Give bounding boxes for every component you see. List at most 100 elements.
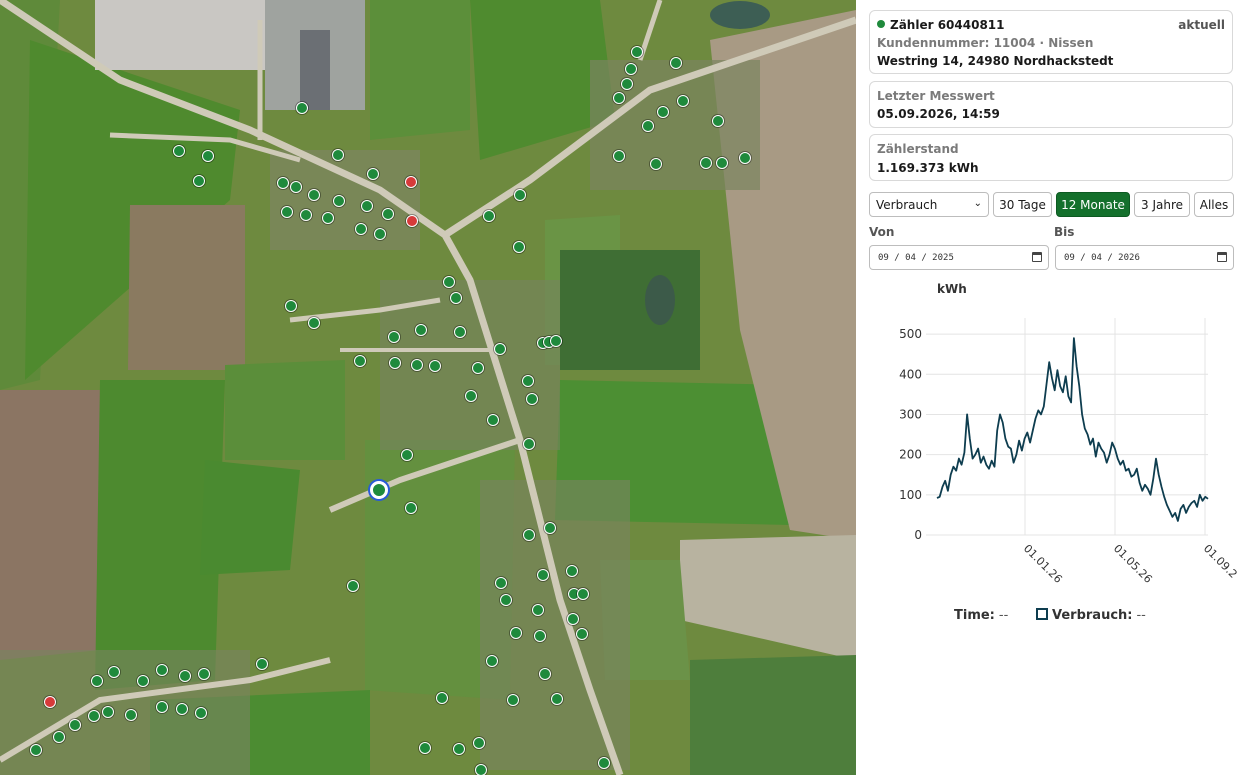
meter-marker[interactable] (347, 580, 359, 592)
meter-marker[interactable] (176, 703, 188, 715)
meter-marker[interactable] (102, 706, 114, 718)
meter-marker[interactable] (69, 719, 81, 731)
meter-card[interactable]: Zähler 60440811 aktuell Kundennummer: 11… (869, 10, 1233, 74)
meter-marker[interactable] (716, 157, 728, 169)
meter-marker[interactable] (532, 604, 544, 616)
meter-marker[interactable] (290, 181, 302, 193)
meter-marker[interactable] (374, 228, 386, 240)
meter-marker-selected[interactable] (370, 481, 388, 499)
meter-marker[interactable] (677, 95, 689, 107)
meter-marker[interactable] (285, 300, 297, 312)
meter-marker[interactable] (642, 120, 654, 132)
meter-marker[interactable] (453, 743, 465, 755)
meter-marker[interactable] (507, 694, 519, 706)
meter-marker[interactable] (179, 670, 191, 682)
meter-marker[interactable] (333, 195, 345, 207)
meter-marker[interactable] (202, 150, 214, 162)
meter-marker[interactable] (567, 613, 579, 625)
meter-marker[interactable] (173, 145, 185, 157)
meter-marker[interactable] (625, 63, 637, 75)
meter-marker[interactable] (354, 355, 366, 367)
meter-marker[interactable] (514, 189, 526, 201)
meter-marker[interactable] (193, 175, 205, 187)
meter-marker[interactable] (522, 375, 534, 387)
meter-marker[interactable] (30, 744, 42, 756)
meter-marker[interactable] (137, 675, 149, 687)
meter-marker[interactable] (429, 360, 441, 372)
meter-marker[interactable] (473, 737, 485, 749)
range-button-3-jahre[interactable]: 3 Jahre (1134, 192, 1190, 217)
meter-marker[interactable] (510, 627, 522, 639)
meter-marker[interactable] (125, 709, 137, 721)
meter-marker[interactable] (300, 209, 312, 221)
meter-marker[interactable] (551, 693, 563, 705)
meter-marker[interactable] (198, 668, 210, 680)
meter-marker[interactable] (411, 359, 423, 371)
meter-marker[interactable] (415, 324, 427, 336)
meter-marker[interactable] (382, 208, 394, 220)
meter-marker-alert[interactable] (405, 176, 417, 188)
meter-marker[interactable] (322, 212, 334, 224)
meter-marker[interactable] (650, 158, 662, 170)
satellite-map[interactable] (0, 0, 856, 775)
meter-marker[interactable] (88, 710, 100, 722)
meter-marker[interactable] (91, 675, 103, 687)
meter-marker[interactable] (537, 569, 549, 581)
meter-marker[interactable] (281, 206, 293, 218)
meter-marker[interactable] (475, 764, 487, 775)
meter-marker[interactable] (576, 628, 588, 640)
meter-marker[interactable] (657, 106, 669, 118)
meter-marker[interactable] (388, 331, 400, 343)
meter-marker[interactable] (523, 438, 535, 450)
meter-marker[interactable] (472, 362, 484, 374)
meter-marker[interactable] (613, 150, 625, 162)
meter-marker[interactable] (495, 577, 507, 589)
meter-marker[interactable] (621, 78, 633, 90)
meter-marker[interactable] (355, 223, 367, 235)
meter-marker[interactable] (332, 149, 344, 161)
meter-marker[interactable] (419, 742, 431, 754)
meter-marker[interactable] (670, 57, 682, 69)
meter-marker[interactable] (598, 757, 610, 769)
meter-marker[interactable] (494, 343, 506, 355)
meter-marker[interactable] (566, 565, 578, 577)
meter-marker[interactable] (389, 357, 401, 369)
calendar-icon[interactable] (1032, 252, 1042, 262)
meter-marker[interactable] (296, 102, 308, 114)
meter-marker[interactable] (256, 658, 268, 670)
meter-marker[interactable] (539, 668, 551, 680)
meter-marker[interactable] (613, 92, 625, 104)
meter-marker[interactable] (500, 594, 512, 606)
meter-marker[interactable] (156, 664, 168, 676)
meter-marker[interactable] (486, 655, 498, 667)
meter-marker[interactable] (487, 414, 499, 426)
meter-marker[interactable] (513, 241, 525, 253)
meter-marker-alert[interactable] (406, 215, 418, 227)
consumption-chart[interactable]: kWh 0 100 200 300 400 500 01.01.26 01.05.26 01.09… (856, 278, 1240, 598)
meter-marker[interactable] (436, 692, 448, 704)
meter-marker[interactable] (308, 317, 320, 329)
meter-marker[interactable] (631, 46, 643, 58)
meter-marker[interactable] (534, 630, 546, 642)
meter-marker[interactable] (405, 502, 417, 514)
meter-marker[interactable] (277, 177, 289, 189)
meter-marker[interactable] (195, 707, 207, 719)
meter-marker[interactable] (700, 157, 712, 169)
meter-marker[interactable] (523, 529, 535, 541)
range-button-alles[interactable]: Alles (1194, 192, 1234, 217)
meter-marker[interactable] (550, 335, 562, 347)
meter-marker[interactable] (308, 189, 320, 201)
meter-marker[interactable] (454, 326, 466, 338)
meter-marker[interactable] (526, 393, 538, 405)
metric-select[interactable]: Verbrauch ⌄ (869, 192, 989, 217)
meter-marker[interactable] (712, 115, 724, 127)
legend-series[interactable]: Verbrauch: -- (1036, 608, 1146, 623)
meter-marker[interactable] (465, 390, 477, 402)
from-date-input[interactable]: 09 / 04 / 2025 (869, 245, 1049, 270)
calendar-icon[interactable] (1217, 252, 1227, 262)
meter-marker[interactable] (443, 276, 455, 288)
meter-marker[interactable] (739, 152, 751, 164)
meter-marker[interactable] (53, 731, 65, 743)
meter-marker[interactable] (108, 666, 120, 678)
range-button-30-tage[interactable]: 30 Tage (993, 192, 1052, 217)
